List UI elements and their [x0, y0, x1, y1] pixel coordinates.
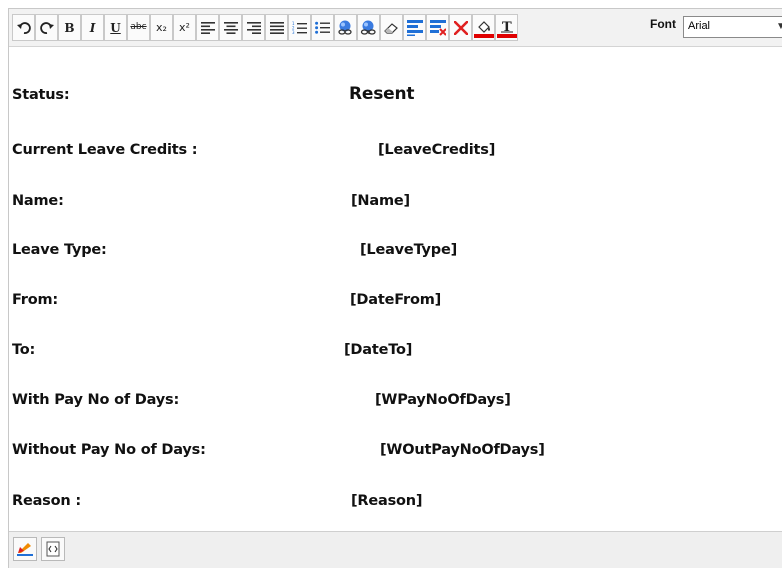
- unlink-icon: [360, 20, 376, 35]
- italic-button[interactable]: I: [81, 14, 104, 41]
- field-value-leave-credits: [LeaveCredits]: [378, 142, 496, 158]
- field-value-from: [DateFrom]: [350, 292, 442, 308]
- font-family-value: Arial: [688, 20, 711, 32]
- field-label-with-pay-days: With Pay No of Days:: [12, 392, 180, 408]
- undo-icon: [16, 21, 31, 34]
- align-center-icon: [223, 21, 238, 34]
- paragraph-icon: [406, 19, 423, 36]
- superscript-button[interactable]: x²: [173, 14, 196, 41]
- highlight-color-button[interactable]: [472, 14, 495, 41]
- font-family-select[interactable]: Arial ▼: [683, 16, 782, 38]
- design-mode-button[interactable]: [13, 537, 37, 561]
- ordered-list-icon: 1 2 3: [292, 21, 307, 34]
- field-value-to: [DateTo]: [344, 342, 413, 358]
- ordered-list-button[interactable]: 1 2 3: [288, 14, 311, 41]
- rich-text-editor: B I U abc x₂ x² 1 2 3 T Font Arial ▼ Sta…: [8, 8, 782, 568]
- editor-content[interactable]: Status: Resent Current Leave Credits : […: [9, 47, 782, 531]
- underline-icon: U: [110, 20, 121, 35]
- font-label: Font: [650, 17, 676, 31]
- subscript-button[interactable]: x₂: [150, 14, 173, 41]
- remove-paragraph-button[interactable]: [426, 14, 449, 41]
- field-label-to: To:: [12, 342, 36, 358]
- text-color-icon: T: [496, 20, 517, 38]
- bold-button[interactable]: B: [58, 14, 81, 41]
- align-center-button[interactable]: [219, 14, 242, 41]
- delete-button[interactable]: [449, 14, 472, 41]
- field-value-reason: [Reason]: [351, 493, 423, 509]
- bold-icon: B: [64, 20, 75, 35]
- field-value-name: [Name]: [351, 193, 410, 209]
- subscript-icon: x₂: [156, 21, 167, 34]
- close-icon: [453, 20, 468, 35]
- align-left-button[interactable]: [196, 14, 219, 41]
- align-left-icon: [200, 21, 215, 34]
- field-value-with-pay-days: [WPayNoOfDays]: [375, 392, 511, 408]
- field-label-leave-credits: Current Leave Credits :: [12, 142, 198, 158]
- text-color-button[interactable]: T: [495, 14, 518, 41]
- field-label-status: Status:: [12, 87, 70, 103]
- chevron-down-icon: ▼: [776, 21, 782, 32]
- clear-format-button[interactable]: [380, 14, 403, 41]
- insert-link-button[interactable]: [334, 14, 357, 41]
- field-label-name: Name:: [12, 193, 64, 209]
- fill-color-icon: [473, 20, 494, 38]
- italic-icon: I: [89, 20, 96, 35]
- remove-link-button[interactable]: [357, 14, 380, 41]
- strikethrough-icon: abc: [130, 22, 147, 32]
- remove-paragraph-icon: [429, 19, 446, 36]
- underline-button[interactable]: U: [104, 14, 127, 41]
- editor-toolbar: B I U abc x₂ x² 1 2 3 T Font Arial ▼: [9, 9, 782, 47]
- field-label-from: From:: [12, 292, 58, 308]
- align-right-button[interactable]: [242, 14, 265, 41]
- align-right-icon: [246, 21, 261, 34]
- design-mode-icon: [17, 543, 33, 556]
- field-label-leave-type: Leave Type:: [12, 242, 107, 258]
- link-icon: [338, 20, 352, 35]
- justify-icon: [269, 21, 284, 34]
- undo-button[interactable]: [12, 14, 35, 41]
- field-value-without-pay-days: [WOutPayNoOfDays]: [380, 442, 545, 458]
- field-value-leave-type: [LeaveType]: [360, 242, 458, 258]
- redo-button[interactable]: [35, 14, 58, 41]
- justify-button[interactable]: [265, 14, 288, 41]
- editor-footer: [9, 531, 782, 568]
- unordered-list-icon: [315, 21, 330, 34]
- eraser-icon: [384, 22, 398, 34]
- field-label-reason: Reason :: [12, 493, 81, 509]
- html-source-icon: [46, 541, 60, 557]
- paragraph-format-button[interactable]: [403, 14, 426, 41]
- field-value-status: Resent: [349, 84, 415, 104]
- strikethrough-button[interactable]: abc: [127, 14, 150, 41]
- svg-text:3: 3: [292, 30, 295, 34]
- svg-text:T: T: [502, 20, 512, 35]
- superscript-icon: x²: [179, 21, 190, 34]
- html-mode-button[interactable]: [41, 537, 65, 561]
- unordered-list-button[interactable]: [311, 14, 334, 41]
- field-label-without-pay-days: Without Pay No of Days:: [12, 442, 206, 458]
- redo-icon: [39, 21, 54, 34]
